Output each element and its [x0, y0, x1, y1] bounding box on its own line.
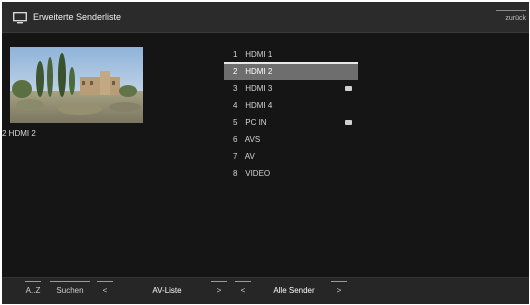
- av-list-selector[interactable]: AV-Liste: [142, 286, 192, 300]
- signal-icon: [345, 120, 352, 125]
- signal-icon: [345, 86, 352, 91]
- channel-row[interactable]: 7 AV: [224, 148, 358, 165]
- channel-row[interactable]: 3 HDMI 3: [224, 80, 358, 97]
- header-bar: Erweiterte Senderliste zurück: [2, 2, 529, 33]
- channel-preview-image: [10, 47, 143, 123]
- channel-row[interactable]: 5 PC IN: [224, 114, 358, 131]
- channel-list: 1 HDMI 1 2 HDMI 2 3 HDMI 3 4 HDMI 4 5 PC…: [224, 46, 358, 182]
- list-prev-button[interactable]: <: [97, 281, 113, 300]
- back-button[interactable]: zurück: [496, 10, 526, 24]
- filter-next-button[interactable]: >: [331, 281, 347, 300]
- footer-bar: A..Z Suchen < AV-Liste > < Alle Sender >: [2, 277, 529, 304]
- preview-channel-label: 2 HDMI 2: [2, 129, 36, 138]
- page-title: Erweiterte Senderliste: [33, 12, 122, 22]
- sort-az-button[interactable]: A..Z: [24, 281, 42, 300]
- channel-row[interactable]: 4 HDMI 4: [224, 97, 358, 114]
- filter-prev-button[interactable]: <: [235, 281, 251, 300]
- search-button[interactable]: Suchen: [50, 281, 90, 300]
- list-next-button[interactable]: >: [211, 281, 227, 300]
- tv-screen: Erweiterte Senderliste zurück 2 HDMI 2 1…: [2, 2, 529, 304]
- tv-icon: [13, 12, 27, 24]
- channel-row[interactable]: 8 VIDEO: [224, 165, 358, 182]
- channel-row[interactable]: 1 HDMI 1: [224, 46, 358, 63]
- all-channels-filter[interactable]: Alle Sender: [264, 286, 324, 300]
- channel-row-selected[interactable]: 2 HDMI 2: [224, 62, 358, 80]
- channel-row[interactable]: 6 AVS: [224, 131, 358, 148]
